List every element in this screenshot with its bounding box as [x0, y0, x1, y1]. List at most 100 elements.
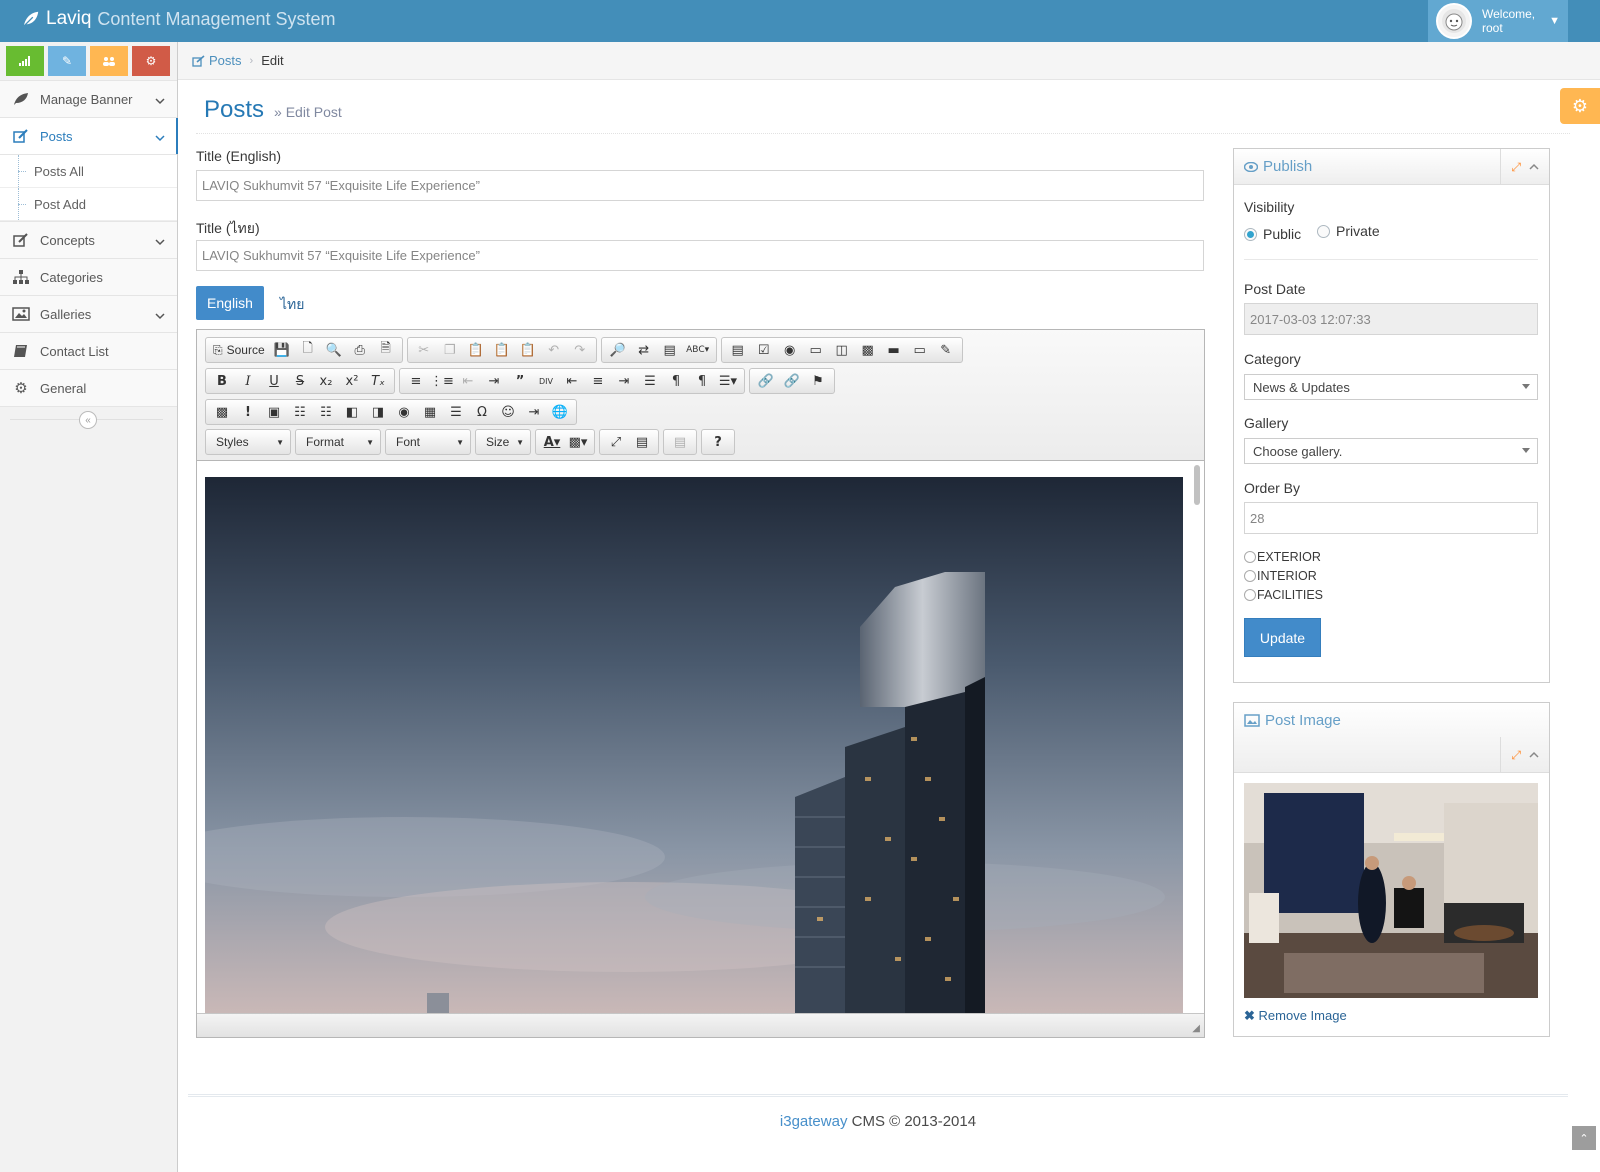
align-left-icon[interactable]: ⇤ — [559, 369, 585, 393]
align-center-icon[interactable]: ≡ — [585, 369, 611, 393]
div-container-icon[interactable]: DIV — [533, 369, 559, 393]
scrollbar-thumb[interactable] — [1194, 465, 1200, 505]
help-icon[interactable]: ? — [705, 430, 731, 454]
cut-icon[interactable]: ✂ — [411, 338, 437, 362]
indent-icon[interactable]: ⇥ — [481, 369, 507, 393]
iframe-icon[interactable]: 🌐 — [547, 400, 573, 424]
table-icon[interactable]: ▦ — [417, 400, 443, 424]
update-button[interactable]: Update — [1244, 618, 1321, 657]
paste-icon[interactable]: 📋 — [463, 338, 489, 362]
bulleted-list-icon[interactable]: ⋮≡ — [429, 369, 455, 393]
replace-icon[interactable]: ⇄ — [631, 338, 657, 362]
unlink-icon[interactable]: 🔗 — [779, 369, 805, 393]
expand-icon[interactable]: ⤢ — [1511, 748, 1521, 763]
font-dropdown[interactable]: Font ▼ — [385, 429, 471, 455]
paste-text-icon[interactable]: 📋 — [489, 338, 515, 362]
columns-icon[interactable]: ☷ — [287, 400, 313, 424]
flash-media-icon[interactable]: ◉ — [391, 400, 417, 424]
user-menu[interactable]: Welcome, root ▼ — [1428, 0, 1568, 42]
sidebar-item-posts[interactable]: Posts — [0, 117, 178, 154]
templates-icon[interactable]: 🗎 — [373, 338, 399, 362]
page-break-icon[interactable]: ⇥ — [521, 400, 547, 424]
sidebar-item-concepts[interactable]: Concepts — [0, 221, 177, 258]
blockquote-icon[interactable]: ” — [507, 369, 533, 393]
outdent-icon[interactable]: ⇤ — [455, 369, 481, 393]
sidebar-subitem-posts-all[interactable]: Posts All — [0, 155, 177, 188]
button-field-icon[interactable]: ▬ — [881, 338, 907, 362]
footer-brand-link[interactable]: i3gateway — [780, 1113, 848, 1130]
breadcrumb-posts-link[interactable]: Posts — [192, 53, 242, 68]
format-dropdown[interactable]: Format ▼ — [295, 429, 381, 455]
subscript-icon[interactable]: x₂ — [313, 369, 339, 393]
undo-icon[interactable]: ↶ — [541, 338, 567, 362]
superscript-icon[interactable]: x² — [339, 369, 365, 393]
textarea-icon[interactable]: ◫ — [829, 338, 855, 362]
tab-english[interactable]: English — [196, 286, 264, 320]
sidebar-item-contact-list[interactable]: Contact List — [0, 332, 177, 369]
radio-icon[interactable]: ◉ — [777, 338, 803, 362]
chevron-up-icon[interactable] — [1529, 160, 1539, 174]
double-angle-left-icon[interactable]: « — [79, 411, 97, 429]
sidebar-item-categories[interactable]: Categories — [0, 258, 177, 295]
size-dropdown[interactable]: Size ▼ — [475, 429, 531, 455]
select-field-icon[interactable]: ▩ — [855, 338, 881, 362]
tag-exterior[interactable]: EXTERIOR — [1244, 550, 1321, 564]
tag-facilities[interactable]: FACILITIES — [1244, 588, 1323, 602]
brand[interactable]: Laviq Content Management System — [22, 8, 336, 30]
numbered-list-icon[interactable]: ≡ — [403, 369, 429, 393]
find-icon[interactable]: 🔎 — [605, 338, 631, 362]
maximize-icon[interactable]: ⤢ — [603, 430, 629, 454]
link-icon[interactable]: 🔗 — [753, 369, 779, 393]
rtl-icon[interactable]: ¶ — [689, 369, 715, 393]
visibility-private-radio[interactable]: Private — [1317, 223, 1380, 239]
paste-word-icon[interactable]: 📋 — [515, 338, 541, 362]
select-all-icon[interactable]: ▤ — [657, 338, 683, 362]
language-icon[interactable]: ☰▾ — [715, 369, 741, 393]
tag-interior[interactable]: INTERIOR — [1244, 569, 1317, 583]
align-right-icon[interactable]: ⇥ — [611, 369, 637, 393]
users-shortcut-button[interactable] — [90, 46, 128, 76]
print-icon[interactable]: ⎙ — [347, 338, 373, 362]
show-blocks-icon[interactable]: ▤ — [629, 430, 655, 454]
layout-left-icon[interactable]: ◧ — [339, 400, 365, 424]
text-color-icon[interactable]: A▾ — [539, 430, 565, 454]
flash-icon[interactable]: ▩ — [209, 400, 235, 424]
new-page-icon[interactable]: 🗋 — [295, 338, 321, 362]
copy-icon[interactable]: ❐ — [437, 338, 463, 362]
bold-icon[interactable]: B — [209, 369, 235, 393]
sidebar-item-manage-banner[interactable]: Manage Banner — [0, 80, 177, 117]
content-building-image[interactable] — [205, 477, 1183, 1013]
smiley-icon[interactable]: ☺ — [495, 400, 521, 424]
settings-button[interactable]: ⚙ — [1560, 88, 1600, 124]
source-button[interactable]: ⎘ Source — [209, 338, 269, 362]
editor-content[interactable] — [197, 461, 1204, 1013]
order-by-input[interactable]: 28 — [1244, 502, 1538, 534]
remove-image-link[interactable]: ✖ Remove Image — [1244, 1008, 1347, 1024]
underline-icon[interactable]: U — [261, 369, 287, 393]
save-icon[interactable]: 💾 — [269, 338, 295, 362]
resize-handle-icon[interactable]: ◢ — [1192, 1023, 1200, 1034]
textfield-icon[interactable]: ▭ — [803, 338, 829, 362]
image-icon[interactable]: ▣ — [261, 400, 287, 424]
bg-color-icon[interactable]: ▩▾ — [565, 430, 591, 454]
layout-right-icon[interactable]: ◨ — [365, 400, 391, 424]
title-th-input[interactable]: LAVIQ Sukhumvit 57 “Exquisite Life Exper… — [196, 240, 1204, 271]
anchor-icon[interactable]: ⚑ — [805, 369, 831, 393]
hidden-field-icon[interactable]: ✎ — [933, 338, 959, 362]
post-date-input[interactable]: 2017-03-03 12:07:33 — [1244, 303, 1538, 335]
remove-format-icon[interactable]: Tₓ — [365, 369, 391, 393]
title-en-input[interactable]: LAVIQ Sukhumvit 57 “Exquisite Life Exper… — [196, 170, 1204, 201]
category-select[interactable]: News & Updates — [1244, 374, 1538, 400]
special-char-icon[interactable]: Ω — [469, 400, 495, 424]
horizontal-rule-icon[interactable]: ☰ — [443, 400, 469, 424]
gallery-select[interactable]: Choose gallery. — [1244, 438, 1538, 464]
sidebar-item-galleries[interactable]: Galleries — [0, 295, 177, 332]
pencil-shortcut-button[interactable]: ✎ — [48, 46, 86, 76]
redo-icon[interactable]: ↷ — [567, 338, 593, 362]
justify-icon[interactable]: ☰ — [637, 369, 663, 393]
page-break-alt-icon[interactable]: ▤ — [667, 430, 693, 454]
cogs-shortcut-button[interactable]: ⚙ — [132, 46, 170, 76]
expand-icon[interactable]: ⤢ — [1511, 160, 1521, 175]
image-button-icon[interactable]: ▭ — [907, 338, 933, 362]
preview-icon[interactable]: 🔍 — [321, 338, 347, 362]
